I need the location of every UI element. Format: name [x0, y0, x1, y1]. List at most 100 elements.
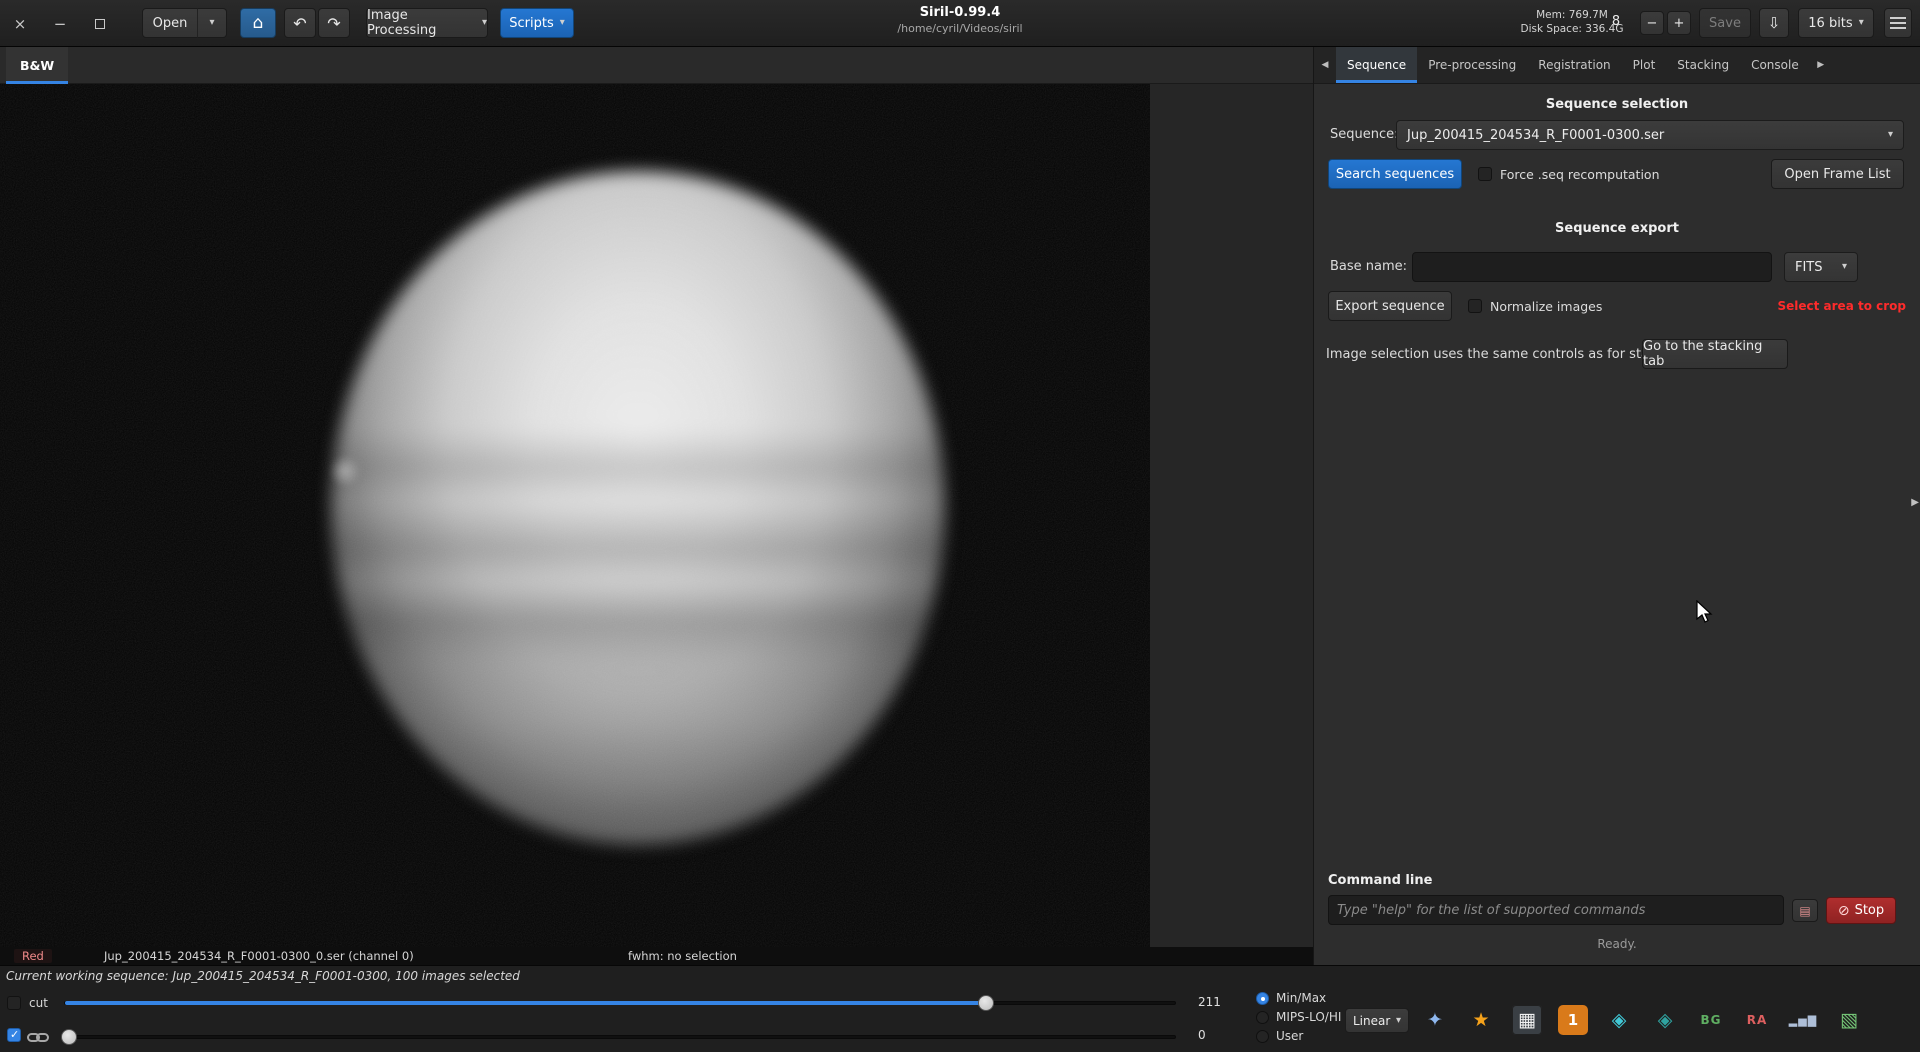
undo-button[interactable]: ↶ [284, 8, 316, 38]
histogram-icon[interactable]: ▂▅▇ [1788, 1005, 1818, 1035]
high-slider-handle[interactable] [978, 995, 994, 1011]
bottom-status-bar: Current working sequence: Jup_200415_204… [0, 965, 1920, 1052]
current-frame-filename: Jup_200415_204534_R_F0001-0300_0.ser (ch… [104, 949, 414, 963]
force-seq-recompute-label: Force .seq recomputation [1500, 167, 1660, 182]
open-button[interactable]: Open [142, 8, 198, 38]
hamburger-menu-button[interactable] [1884, 8, 1912, 38]
bw-tab-label: B&W [20, 58, 54, 73]
grid-icon[interactable]: ▦ [1512, 1005, 1542, 1035]
tag-teal-icon[interactable]: ◈ [1650, 1005, 1680, 1035]
chevron-down-icon: ▾ [1888, 130, 1893, 140]
command-line-input[interactable] [1328, 895, 1784, 925]
plus-icon: + [1674, 16, 1685, 31]
stop-button[interactable]: ⊘ Stop [1826, 897, 1896, 924]
sequence-dropdown[interactable]: Jup_200415_204534_R_F0001-0300.ser ▾ [1396, 120, 1904, 150]
hamburger-icon [1890, 17, 1906, 19]
link-channels-icon[interactable] [27, 1030, 49, 1048]
tag-cyan-icon[interactable]: ◈ [1604, 1005, 1634, 1035]
tab-pre-processing[interactable]: Pre-processing [1417, 47, 1527, 83]
user-radio[interactable] [1256, 1030, 1269, 1043]
tab-registration[interactable]: Registration [1527, 47, 1621, 83]
minmax-radio[interactable] [1256, 992, 1269, 1005]
force-seq-recompute-checkbox[interactable] [1478, 167, 1492, 181]
scale-mode-value: Linear [1353, 1014, 1390, 1028]
home-icon: ⌂ [253, 13, 264, 33]
save-as-button[interactable]: ⇩ [1759, 8, 1789, 38]
restore-icon[interactable] [88, 12, 112, 36]
right-panel: ◀ Sequence Pre-processing Registration P… [1313, 47, 1920, 965]
header-bar: × − Open ▾ ⌂ ↶ ↷ Image Processing ▾ Scri… [0, 0, 1920, 47]
scripts-button[interactable]: Scripts ▾ [500, 8, 574, 38]
command-line-title: Command line [1328, 873, 1432, 888]
window-title: Siril-0.99.4 /home/cyril/Videos/siril [700, 5, 1220, 35]
select-area-to-crop-warning: Select area to crop [1777, 299, 1906, 313]
image-processing-button[interactable]: Image Processing ▾ [366, 8, 488, 38]
display-mode-mips[interactable]: MIPS-LO/HI [1256, 1009, 1341, 1025]
base-name-input[interactable] [1412, 252, 1772, 282]
save-button[interactable]: Save [1699, 8, 1751, 38]
scripts-label: Scripts [509, 16, 553, 31]
command-list-button[interactable]: ▤ [1792, 899, 1818, 922]
export-sequence-label: Export sequence [1335, 299, 1444, 314]
scale-mode-dropdown[interactable]: Linear ▾ [1345, 1008, 1409, 1033]
cut-checkbox[interactable] [7, 996, 21, 1010]
display-toolbar: ✦ ★ ▦ 1 ◈ ◈ BG RA ▂▅▇ ▧ [1420, 1003, 1864, 1037]
low-slider-handle[interactable] [61, 1029, 77, 1045]
tab-bw[interactable]: B&W [6, 47, 68, 84]
bit-depth-dropdown[interactable]: 16 bits ▾ [1798, 8, 1874, 38]
channel-badge: Red [14, 949, 52, 963]
low-cut-checkbox[interactable] [7, 1028, 21, 1042]
open-frame-list-label: Open Frame List [1784, 167, 1890, 182]
wand-icon[interactable]: ✦ [1420, 1005, 1450, 1035]
tab-plot[interactable]: Plot [1622, 47, 1667, 83]
chevron-down-icon: ▾ [482, 18, 487, 28]
export-format-dropdown[interactable]: FITS ▾ [1784, 252, 1858, 282]
display-mode-minmax[interactable]: Min/Max [1256, 990, 1326, 1006]
working-directory: /home/cyril/Videos/siril [700, 22, 1220, 35]
stop-label: Stop [1855, 903, 1885, 918]
normalize-images-checkbox[interactable] [1468, 299, 1482, 313]
tab-console[interactable]: Console [1740, 47, 1810, 83]
image-canvas[interactable] [0, 84, 1150, 947]
low-level-value: 0 [1198, 1028, 1206, 1042]
close-icon[interactable]: × [8, 12, 32, 36]
restore-box-icon [95, 19, 105, 29]
chevron-down-icon: ▾ [209, 18, 214, 28]
display-mode-user[interactable]: User [1256, 1028, 1303, 1044]
open-recent-button[interactable]: ▾ [197, 8, 227, 38]
tabs-scroll-left-icon[interactable]: ◀ [1314, 47, 1336, 83]
go-to-stacking-tab-button[interactable]: Go to the stacking tab [1642, 339, 1788, 369]
star-detection-icon[interactable]: ★ [1466, 1005, 1496, 1035]
zoom-in-button[interactable]: + [1667, 11, 1691, 35]
image-viewer-pane: B&W Red Jup_200415_204534_R_F0001-0300_0… [0, 47, 1313, 965]
home-button[interactable]: ⌂ [240, 8, 276, 38]
high-level-slider[interactable] [64, 1001, 1176, 1005]
zoom-out-button[interactable]: − [1640, 11, 1664, 35]
redo-icon: ↷ [327, 14, 340, 33]
image-display-icon[interactable]: ▧ [1834, 1005, 1864, 1035]
bg-channels-icon[interactable]: BG [1696, 1005, 1726, 1035]
viewer-status-bar: Red Jup_200415_204534_R_F0001-0300_0.ser… [0, 947, 1313, 965]
ra-channels-icon[interactable]: RA [1742, 1005, 1772, 1035]
export-format-value: FITS [1795, 260, 1823, 275]
minimize-icon[interactable]: − [48, 12, 72, 36]
image-processing-label: Image Processing [367, 8, 476, 38]
tabs-scroll-right-icon[interactable]: ▶ [1810, 47, 1832, 83]
tab-sequence[interactable]: Sequence [1336, 47, 1417, 83]
zoom-value: 8 [1604, 14, 1628, 29]
first-frame-icon[interactable]: 1 [1558, 1005, 1588, 1035]
stop-icon: ⊘ [1838, 903, 1850, 919]
low-level-slider[interactable] [64, 1035, 1176, 1039]
open-frame-list-button[interactable]: Open Frame List [1771, 159, 1904, 189]
panel-expand-icon[interactable]: ▶ [1911, 497, 1919, 508]
search-sequences-button[interactable]: Search sequences [1328, 159, 1462, 189]
mips-radio[interactable] [1256, 1011, 1269, 1024]
export-sequence-button[interactable]: Export sequence [1328, 291, 1452, 321]
cut-label: cut [29, 996, 48, 1010]
right-panel-tabbar: ◀ Sequence Pre-processing Registration P… [1314, 47, 1920, 84]
tab-stacking[interactable]: Stacking [1666, 47, 1740, 83]
search-sequences-label: Search sequences [1336, 167, 1454, 182]
redo-button[interactable]: ↷ [318, 8, 350, 38]
go-to-stacking-tab-label: Go to the stacking tab [1643, 339, 1787, 369]
sequence-label: Sequence: [1330, 127, 1399, 142]
